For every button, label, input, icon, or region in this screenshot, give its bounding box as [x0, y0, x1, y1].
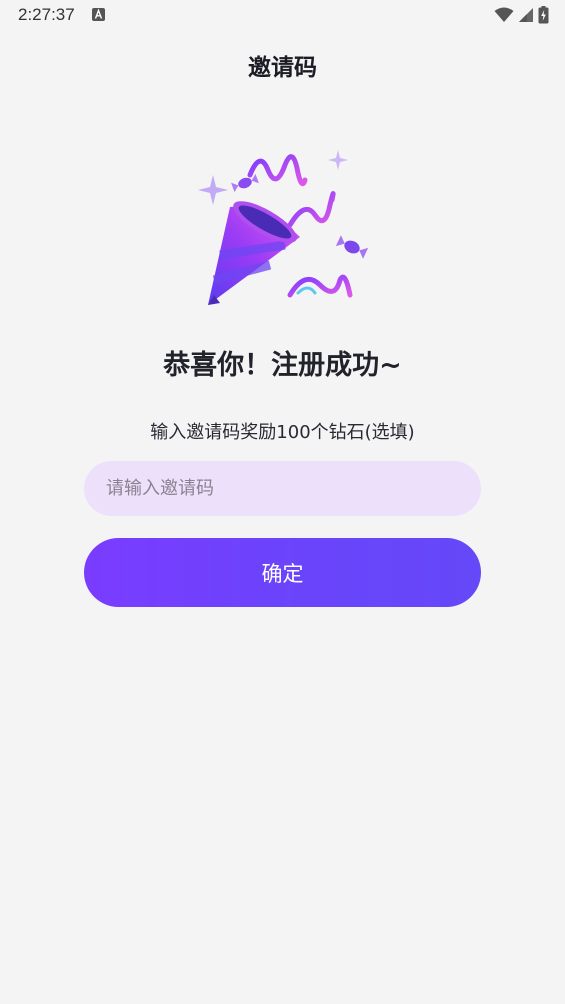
confirm-button-label: 确定	[261, 561, 304, 586]
party-popper-icon	[198, 150, 369, 305]
a-icon	[92, 8, 105, 21]
confirm-button[interactable]: 确定	[84, 538, 481, 607]
page-title: 邀请码	[248, 55, 317, 81]
success-title: 恭喜你！注册成功~	[163, 350, 402, 381]
wifi-icon	[494, 7, 514, 22]
reward-text: 输入邀请码奖励100个钻石(选填)	[150, 422, 415, 443]
status-icons	[494, 6, 549, 24]
signal-icon	[519, 8, 533, 22]
invite-code-input[interactable]	[84, 461, 481, 516]
status-bar: 2:27:37	[0, 0, 565, 32]
status-time: 2:27:37	[18, 5, 75, 24]
battery-charging-icon	[538, 6, 549, 24]
